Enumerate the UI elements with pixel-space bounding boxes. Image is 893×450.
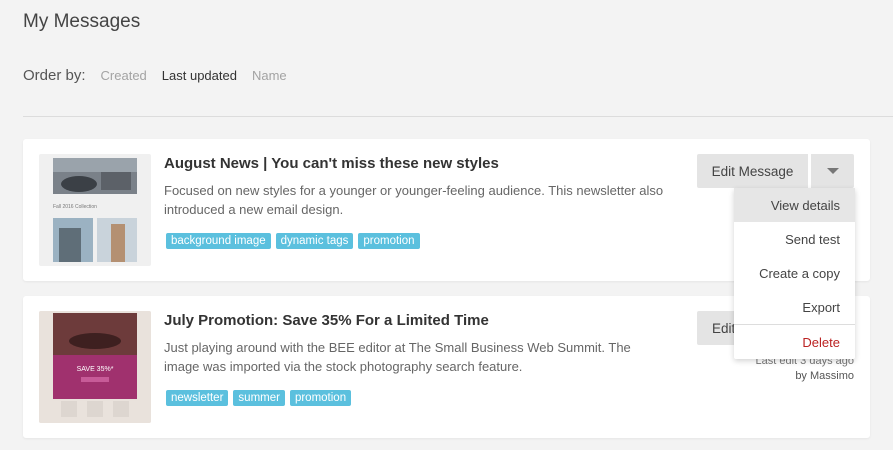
message-description: Focused on new styles for a younger or y… <box>164 183 664 217</box>
menu-item-view-details[interactable]: View details <box>734 188 855 222</box>
page-title: My Messages <box>23 11 141 32</box>
order-created[interactable]: Created <box>101 68 147 83</box>
message-thumbnail[interactable]: Fall 2016 Collection <box>39 154 151 266</box>
tag-list: background image dynamic tags promotion <box>166 233 420 249</box>
message-title[interactable]: July Promotion: Save 35% For a Limited T… <box>164 312 489 329</box>
chevron-down-icon <box>826 168 839 174</box>
message-description: Just playing around with the BEE editor … <box>164 340 631 374</box>
thumb-caption: SAVE 35%* <box>77 366 114 373</box>
message-title[interactable]: August News | You can't miss these new s… <box>164 155 499 172</box>
thumb-caption: Fall 2016 Collection <box>53 204 97 210</box>
edit-message-button[interactable]: Edit Message <box>697 154 808 188</box>
tag[interactable]: background image <box>166 233 271 249</box>
edit-button-group: Edit Message <box>697 154 854 188</box>
order-last-updated[interactable]: Last updated <box>162 68 237 83</box>
menu-item-delete[interactable]: Delete <box>734 325 855 359</box>
options-dropdown-menu: View details Send test Create a copy Exp… <box>734 188 855 359</box>
tag[interactable]: promotion <box>358 233 420 249</box>
order-bar: Order by: Created Last updated Name <box>23 67 302 84</box>
menu-item-export[interactable]: Export <box>734 290 855 324</box>
tag[interactable]: promotion <box>289 390 352 406</box>
order-label: Order by: <box>23 67 86 84</box>
tag[interactable]: newsletter <box>166 390 229 406</box>
author-text: by Massimo <box>795 370 854 382</box>
thumbnail-image: Fall 2016 Collection <box>53 158 137 262</box>
tag[interactable]: summer <box>233 390 285 406</box>
order-name[interactable]: Name <box>252 68 287 83</box>
thumbnail-image: SAVE 35%* <box>39 311 151 423</box>
menu-item-create-copy[interactable]: Create a copy <box>734 256 855 290</box>
message-thumbnail[interactable]: SAVE 35%* <box>39 311 151 423</box>
divider <box>23 116 893 117</box>
tag-list: newsletter summer promotion <box>166 390 352 406</box>
menu-item-send-test[interactable]: Send test <box>734 222 855 256</box>
tag[interactable]: dynamic tags <box>275 233 354 249</box>
options-toggle-button[interactable] <box>811 154 854 188</box>
